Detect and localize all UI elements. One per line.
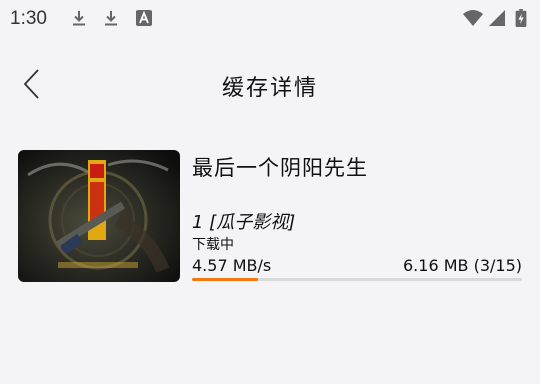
header: 缓存详情 bbox=[0, 58, 540, 110]
signal-icon bbox=[489, 10, 505, 26]
download-icon bbox=[73, 11, 85, 26]
download-info: 最后一个阴阳先生 1 [瓜子影视] 下载中 4.57 MB/s 6.16 MB … bbox=[192, 150, 522, 282]
video-source: 1 [瓜子影视] bbox=[192, 212, 296, 233]
video-title: 最后一个阴阳先生 bbox=[192, 156, 368, 180]
download-item[interactable]: 最后一个阴阳先生 1 [瓜子影视] 下载中 4.57 MB/s 6.16 MB … bbox=[18, 150, 522, 282]
progress-bar bbox=[192, 278, 522, 281]
status-time: 1:30 bbox=[10, 8, 47, 29]
progress-fill bbox=[192, 278, 258, 281]
status-bar: 1:30 bbox=[0, 0, 540, 36]
text-a-icon bbox=[136, 10, 152, 26]
download-status: 下载中 bbox=[192, 237, 234, 253]
battery-charging-icon bbox=[515, 9, 527, 27]
wifi-icon bbox=[463, 10, 483, 26]
page-title: 缓存详情 bbox=[221, 76, 318, 101]
download-icon bbox=[105, 11, 117, 26]
download-speed: 4.57 MB/s bbox=[192, 256, 272, 275]
movie-poster bbox=[18, 150, 180, 282]
download-size-progress: 6.16 MB (3/15) bbox=[403, 256, 522, 275]
